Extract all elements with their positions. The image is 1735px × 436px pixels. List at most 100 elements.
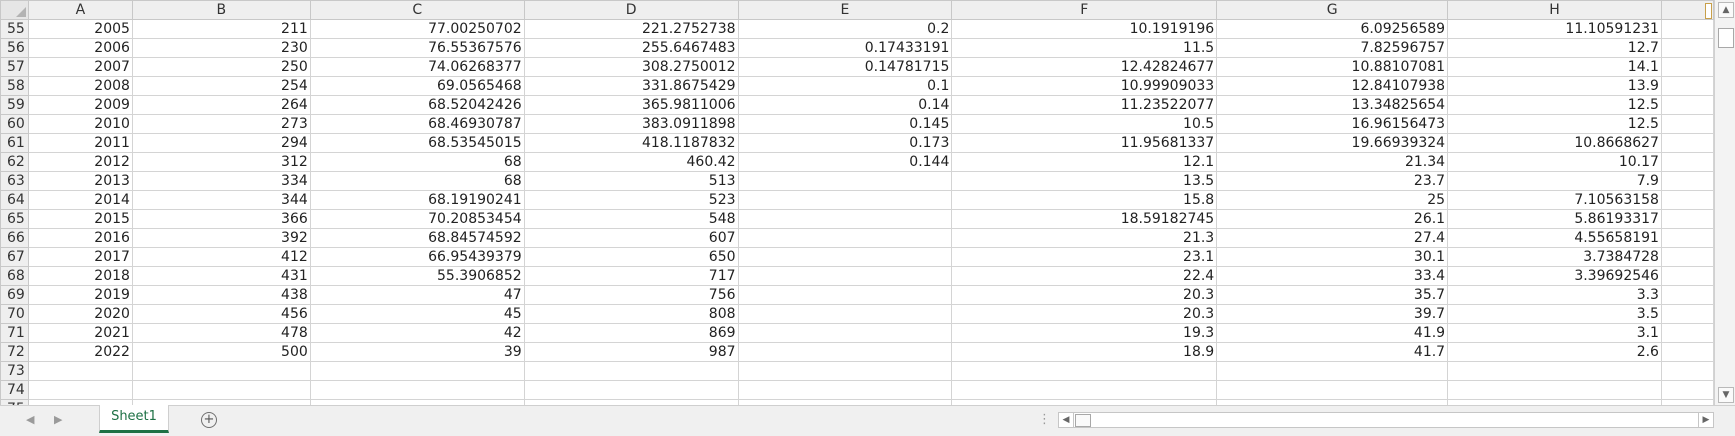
cell-c[interactable]: 68 (309, 171, 525, 191)
split-box[interactable] (1705, 3, 1712, 19)
cell-i[interactable] (1660, 323, 1714, 343)
cell-d[interactable]: 221.2752738 (523, 19, 739, 39)
cell-b[interactable]: 294 (131, 133, 311, 153)
cell-g[interactable]: 35.7 (1216, 285, 1449, 305)
cell-c[interactable]: 55.3906852 (309, 266, 525, 286)
cell-g[interactable]: 7.82596757 (1216, 38, 1449, 58)
cell-c[interactable]: 66.95439379 (309, 247, 525, 267)
row-header[interactable]: 57 (0, 57, 29, 77)
cell-e[interactable] (737, 190, 953, 210)
cell-f[interactable]: 10.99909033 (951, 76, 1218, 96)
cell-c[interactable]: 47 (309, 285, 525, 305)
cell-h[interactable]: 10.8668627 (1447, 133, 1662, 153)
cell-b[interactable]: 478 (131, 323, 311, 343)
cell-h[interactable]: 13.9 (1447, 76, 1662, 96)
row-header[interactable]: 65 (0, 209, 29, 229)
cell-a[interactable] (27, 361, 133, 381)
cell-b[interactable]: 254 (131, 76, 311, 96)
cell-c[interactable]: 68.19190241 (309, 190, 525, 210)
cell-a[interactable]: 2018 (27, 266, 133, 286)
cell-i[interactable] (1660, 114, 1714, 134)
cell-f[interactable] (951, 361, 1218, 381)
row-header[interactable]: 70 (0, 304, 29, 324)
cell-a[interactable]: 2017 (27, 247, 133, 267)
row-header[interactable]: 71 (0, 323, 29, 343)
chevron-right-icon[interactable]: ▶ (54, 413, 62, 426)
row-header[interactable]: 61 (0, 133, 29, 153)
cell-b[interactable]: 366 (131, 209, 311, 229)
cell-h[interactable]: 10.17 (1447, 152, 1662, 172)
cell-f[interactable]: 18.9 (951, 342, 1218, 362)
cell-c[interactable]: 69.0565468 (309, 76, 525, 96)
cell-i[interactable] (1660, 57, 1714, 77)
cell-i[interactable] (1660, 342, 1714, 362)
cell-b[interactable]: 273 (131, 114, 311, 134)
cell-g[interactable]: 41.9 (1216, 323, 1449, 343)
cell-a[interactable]: 2010 (27, 114, 133, 134)
row-header[interactable]: 55 (0, 19, 29, 39)
row-header[interactable]: 59 (0, 95, 29, 115)
cell-d[interactable]: 365.9811006 (523, 95, 739, 115)
cell-h[interactable]: 7.10563158 (1447, 190, 1662, 210)
cell-e[interactable] (737, 380, 953, 400)
scroll-down-arrow-icon[interactable]: ▼ (1718, 387, 1734, 403)
cell-d[interactable]: 548 (523, 209, 739, 229)
cell-g[interactable]: 10.88107081 (1216, 57, 1449, 77)
vertical-scrollbar[interactable]: ▲ ▼ (1714, 0, 1735, 405)
cell-e[interactable]: 0.2 (737, 19, 953, 39)
cell-a[interactable]: 2008 (27, 76, 133, 96)
cell-e[interactable] (737, 266, 953, 286)
cell-h[interactable]: 3.39692546 (1447, 266, 1662, 286)
cell-b[interactable]: 250 (131, 57, 311, 77)
cell-f[interactable] (951, 380, 1218, 400)
cell-d[interactable]: 523 (523, 190, 739, 210)
cell-f[interactable]: 11.23522077 (951, 95, 1218, 115)
cell-i[interactable] (1660, 361, 1714, 381)
row-header[interactable]: 62 (0, 152, 29, 172)
cell-i[interactable] (1660, 380, 1714, 400)
cell-h[interactable]: 12.5 (1447, 114, 1662, 134)
column-header-d[interactable]: D (523, 0, 739, 20)
cell-i[interactable] (1660, 209, 1714, 229)
cell-h[interactable] (1447, 380, 1662, 400)
cell-a[interactable]: 2011 (27, 133, 133, 153)
cell-a[interactable] (27, 380, 133, 400)
cell-h[interactable]: 3.3 (1447, 285, 1662, 305)
cell-i[interactable] (1660, 133, 1714, 153)
cell-a[interactable]: 2012 (27, 152, 133, 172)
worksheet-grid[interactable]: A B C D E F G H 55 2005 211 77.00250702 221.… (0, 0, 1714, 405)
cell-c[interactable]: 68 (309, 152, 525, 172)
cell-g[interactable]: 41.7 (1216, 342, 1449, 362)
row-header[interactable]: 63 (0, 171, 29, 191)
cell-d[interactable] (523, 361, 739, 381)
cell-f[interactable]: 19.3 (951, 323, 1218, 343)
row-header[interactable]: 66 (0, 228, 29, 248)
cell-f[interactable]: 11.95681337 (951, 133, 1218, 153)
cell-e[interactable]: 0.144 (737, 152, 953, 172)
scroll-up-arrow-icon[interactable]: ▲ (1718, 2, 1734, 18)
cell-i[interactable] (1660, 76, 1714, 96)
cell-c[interactable] (309, 361, 525, 381)
cell-i[interactable] (1660, 38, 1714, 58)
column-header-f[interactable]: F (951, 0, 1218, 20)
cell-d[interactable]: 650 (523, 247, 739, 267)
cell-d[interactable]: 756 (523, 285, 739, 305)
cell-e[interactable] (737, 171, 953, 191)
cell-a[interactable]: 2020 (27, 304, 133, 324)
row-header[interactable]: 56 (0, 38, 29, 58)
cell-e[interactable] (737, 209, 953, 229)
cell-i[interactable] (1660, 19, 1714, 39)
cell-i[interactable] (1660, 152, 1714, 172)
cell-g[interactable]: 27.4 (1216, 228, 1449, 248)
cell-e[interactable]: 0.14781715 (737, 57, 953, 77)
row-header[interactable]: 58 (0, 76, 29, 96)
cell-g[interactable]: 21.34 (1216, 152, 1449, 172)
row-header[interactable]: 73 (0, 361, 29, 381)
column-header-h[interactable]: H (1447, 0, 1662, 20)
cell-c[interactable]: 70.20853454 (309, 209, 525, 229)
cell-a[interactable]: 2006 (27, 38, 133, 58)
sheet-tab-sheet1[interactable]: Sheet1 (99, 405, 169, 433)
cell-c[interactable]: 68.53545015 (309, 133, 525, 153)
cell-c[interactable]: 76.55367576 (309, 38, 525, 58)
cell-h[interactable] (1447, 361, 1662, 381)
